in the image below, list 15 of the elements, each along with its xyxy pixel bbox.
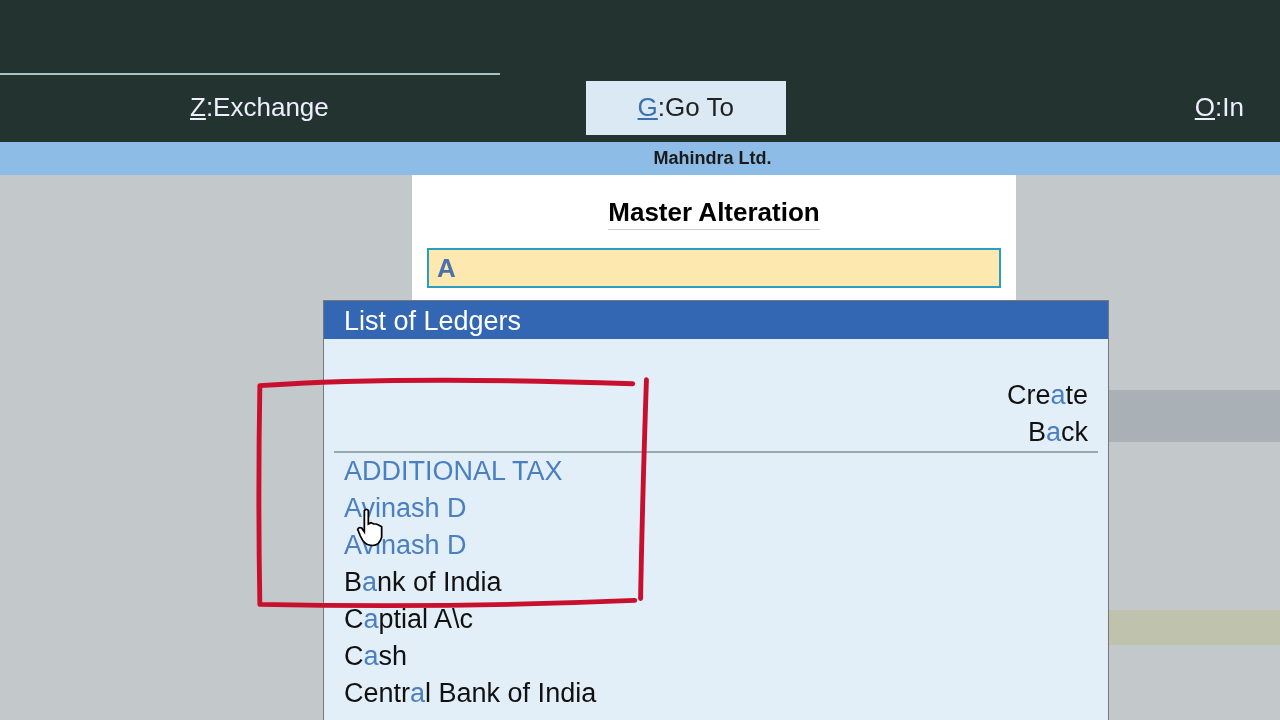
panel-title: Master Alteration bbox=[608, 197, 820, 230]
shortcut-button[interactable]: O:In bbox=[1182, 80, 1256, 135]
ledger-item[interactable]: Captial A\c bbox=[344, 601, 474, 638]
shortcut-button[interactable]: G:Go To bbox=[585, 80, 786, 135]
list-action[interactable]: Create bbox=[1006, 377, 1088, 414]
ledger-item[interactable]: Cash bbox=[344, 638, 408, 675]
company-bar: Mahindra Ltd. bbox=[0, 142, 1280, 175]
popup-title: List of Ledgers bbox=[324, 301, 1108, 339]
ledger-item[interactable]: Bank of India bbox=[344, 564, 502, 601]
ledger-item[interactable]: Central Bank of India bbox=[344, 675, 597, 712]
shortcut-button[interactable]: Z:Exchange bbox=[178, 80, 341, 135]
ledger-item[interactable]: Avinash D bbox=[344, 490, 467, 527]
list-action[interactable]: Back bbox=[1027, 414, 1088, 451]
input-field[interactable]: A bbox=[427, 248, 1001, 288]
ledger-item[interactable]: ADDITIONAL TAX bbox=[344, 453, 563, 490]
